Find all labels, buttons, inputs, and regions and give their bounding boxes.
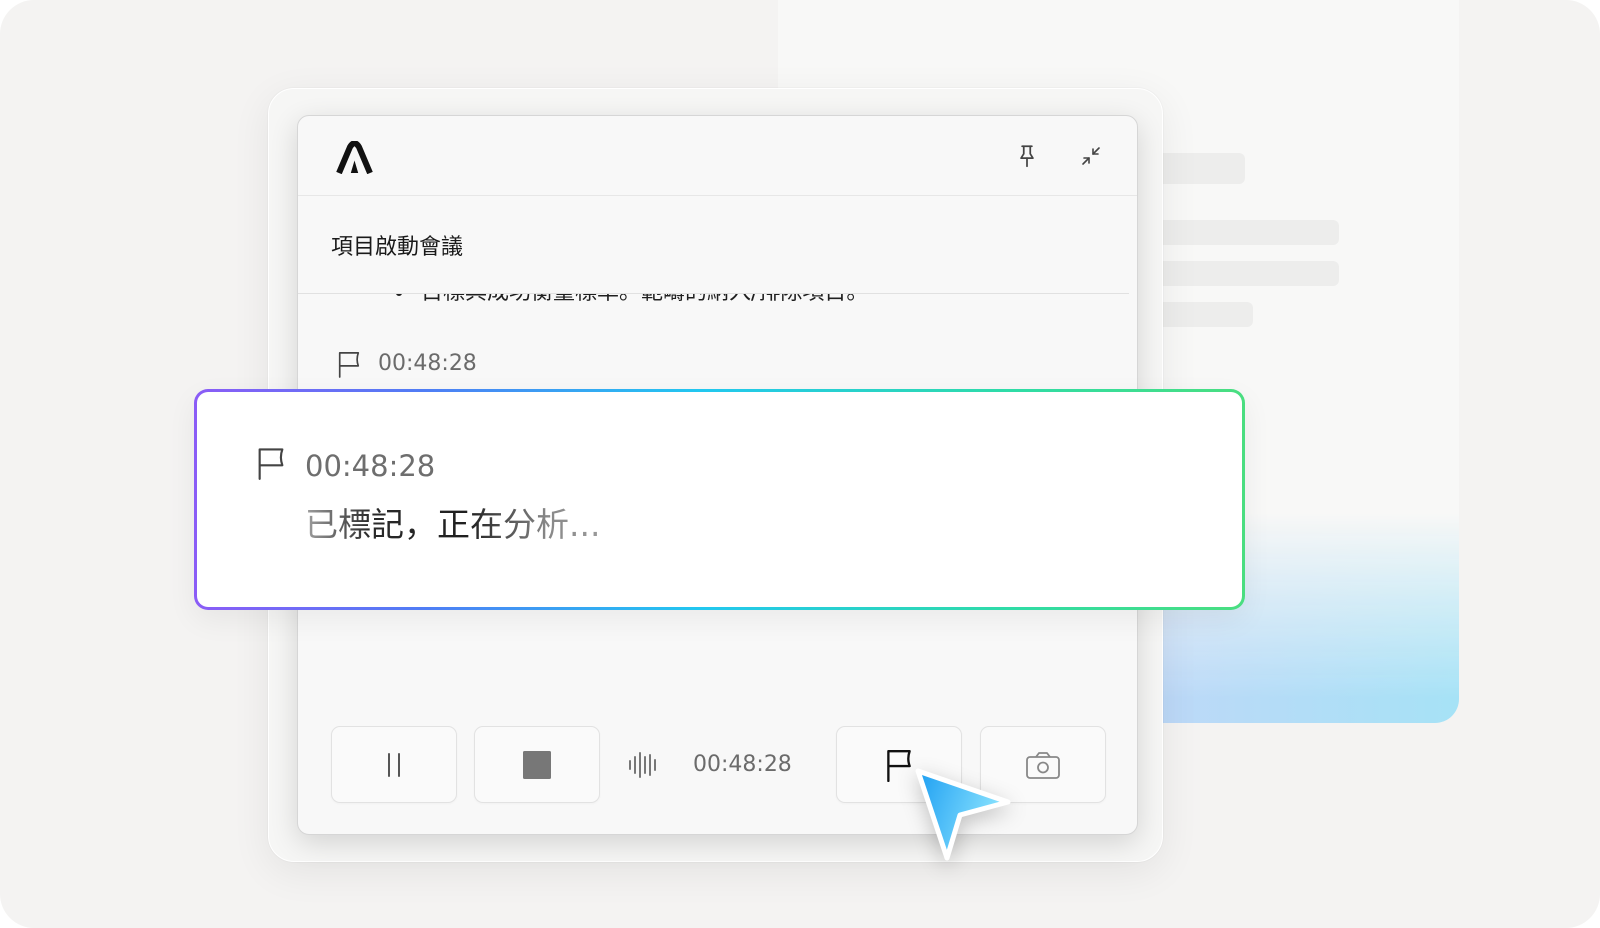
stop-icon	[523, 750, 551, 779]
window-header	[298, 116, 1137, 196]
transcript-partial-line: 目標與成功衡量標準。範疇的納入/排除項目。	[298, 294, 1137, 308]
meeting-title: 項目啟動會議	[331, 235, 464, 260]
waveform-icon	[629, 752, 656, 778]
meeting-title-section: 項目啟動會議	[298, 196, 1137, 293]
flag-icon	[338, 352, 360, 378]
app-logo-icon	[336, 141, 373, 174]
flag-marked-toast: 00:48:28 已標記，正在分析...	[194, 389, 1245, 610]
camera-icon	[1026, 751, 1060, 779]
pin-icon	[1020, 145, 1034, 168]
pause-button[interactable]	[331, 726, 457, 803]
toast-timestamp: 00:48:28	[305, 449, 436, 483]
bullet	[396, 294, 402, 296]
pause-icon	[388, 752, 400, 777]
transcript-marker[interactable]: 00:48:28	[336, 349, 477, 379]
transcript-line-text: 目標與成功衡量標準。範疇的納入/排除項目。	[421, 294, 868, 308]
stop-button[interactable]	[474, 726, 600, 803]
collapse-button[interactable]	[1077, 142, 1105, 170]
desktop-background: 項目啟動會議 目標與成功衡量標準。範疇的納入/排除項目。 00:48:28	[0, 0, 1600, 928]
toast-status-text: 已標記，正在分析...	[305, 500, 600, 550]
flag-icon	[258, 448, 284, 480]
pin-button[interactable]	[1013, 142, 1041, 170]
collapse-icon	[1082, 147, 1100, 165]
cursor-pointer-icon	[915, 768, 1011, 861]
recording-timer: 00:48:28	[693, 752, 792, 777]
marker-timestamp: 00:48:28	[378, 351, 477, 376]
toast-body: 00:48:28 已標記，正在分析...	[197, 392, 1242, 607]
